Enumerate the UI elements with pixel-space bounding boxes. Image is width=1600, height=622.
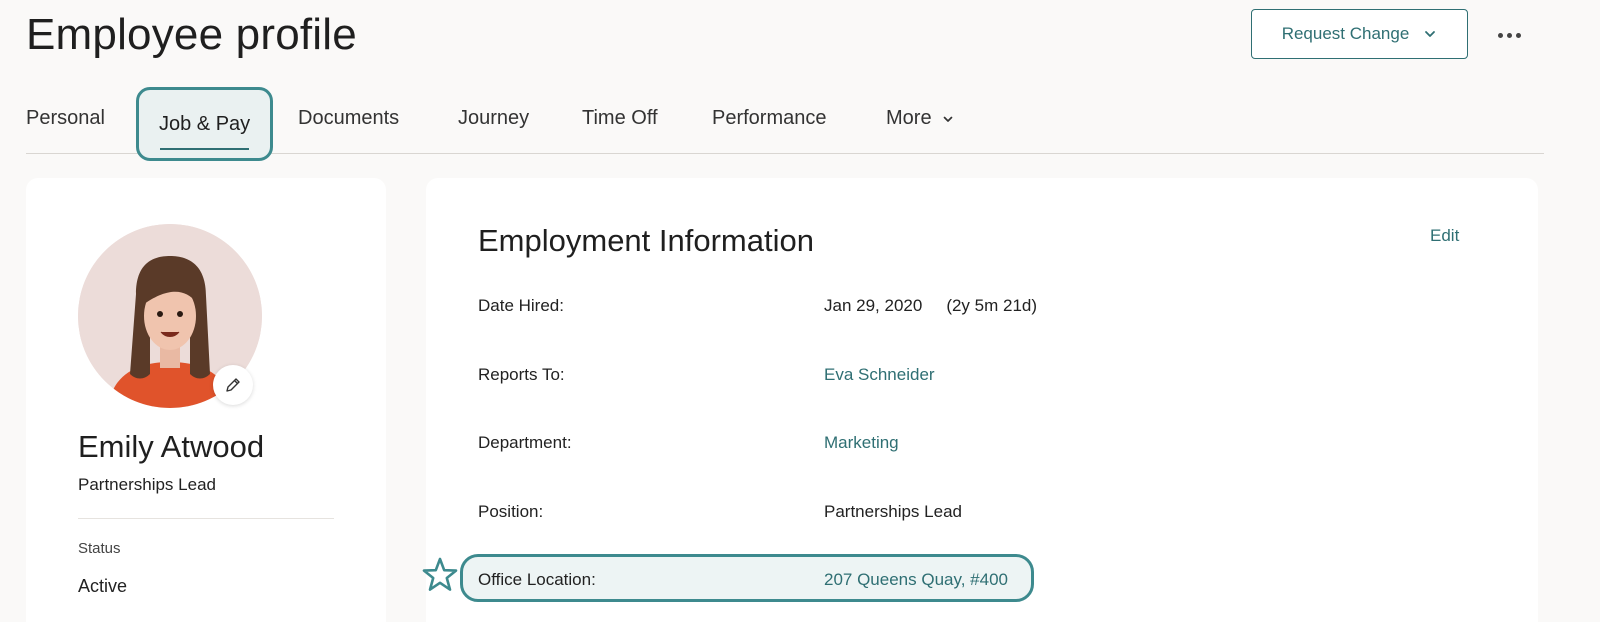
tab-time-off[interactable]: Time Off xyxy=(582,88,658,148)
date-hired-value: Jan 29, 2020 (2y 5m 21d) xyxy=(824,296,1037,316)
tab-label: Personal xyxy=(26,106,105,129)
position-value: Partnerships Lead xyxy=(824,502,962,521)
status-label: Status xyxy=(78,540,121,557)
tab-label: Performance xyxy=(712,106,827,129)
reports-to-label: Reports To: xyxy=(478,365,565,384)
tab-label: Job & Pay xyxy=(159,112,251,135)
edit-employment-link[interactable]: Edit xyxy=(1430,226,1459,246)
date-hired-date: Jan 29, 2020 xyxy=(824,296,923,315)
tab-label: Journey xyxy=(458,106,530,129)
chevron-down-icon xyxy=(1425,31,1436,37)
tab-label: Documents xyxy=(298,106,400,129)
chevron-down-icon xyxy=(943,116,952,122)
employee-role: Partnerships Lead xyxy=(78,475,216,494)
tab-more[interactable]: More xyxy=(886,88,954,148)
office-location-link[interactable]: 207 Queens Quay, #400 xyxy=(824,570,1008,590)
tab-performance[interactable]: Performance xyxy=(712,88,827,148)
tab-label: Time Off xyxy=(582,106,658,129)
profile-tabs: Personal Job & Pay Documents Journey Tim… xyxy=(26,87,1544,161)
request-change-button[interactable]: Request Change xyxy=(1251,9,1468,59)
employee-profile-page: Employee profile Request Change Personal… xyxy=(0,0,1600,622)
tab-job-and-pay[interactable]: Job & Pay xyxy=(136,87,274,161)
tenure-duration: (2y 5m 21d) xyxy=(946,296,1038,315)
tab-documents[interactable]: Documents xyxy=(298,88,399,148)
department-label: Department: xyxy=(478,433,572,452)
reports-to-link[interactable]: Eva Schneider xyxy=(824,365,935,385)
office-location-label: Office Location: xyxy=(478,570,596,589)
profile-summary-card: Emily Atwood Partnerships Lead Status Ac… xyxy=(26,178,386,622)
page-title: Employee profile xyxy=(26,10,357,59)
employee-name: Emily Atwood xyxy=(78,429,265,464)
divider xyxy=(78,518,334,519)
pencil-icon xyxy=(226,378,240,392)
tab-label: More xyxy=(886,106,932,129)
request-change-label: Request Change xyxy=(1281,24,1410,43)
star-icon xyxy=(422,557,458,591)
tab-journey[interactable]: Journey xyxy=(458,88,529,148)
active-tab-underline xyxy=(160,148,250,150)
section-title: Employment Information xyxy=(478,223,814,258)
department-link[interactable]: Marketing xyxy=(824,433,899,453)
status-value: Active xyxy=(78,576,128,596)
employment-information-card: Employment Information Edit Date Hired: … xyxy=(422,178,1538,622)
date-hired-label: Date Hired: xyxy=(478,296,564,315)
tab-personal[interactable]: Personal xyxy=(26,88,105,148)
position-label: Position: xyxy=(478,502,544,521)
edit-photo-button[interactable] xyxy=(213,365,253,405)
more-actions-icon[interactable] xyxy=(1492,24,1526,46)
